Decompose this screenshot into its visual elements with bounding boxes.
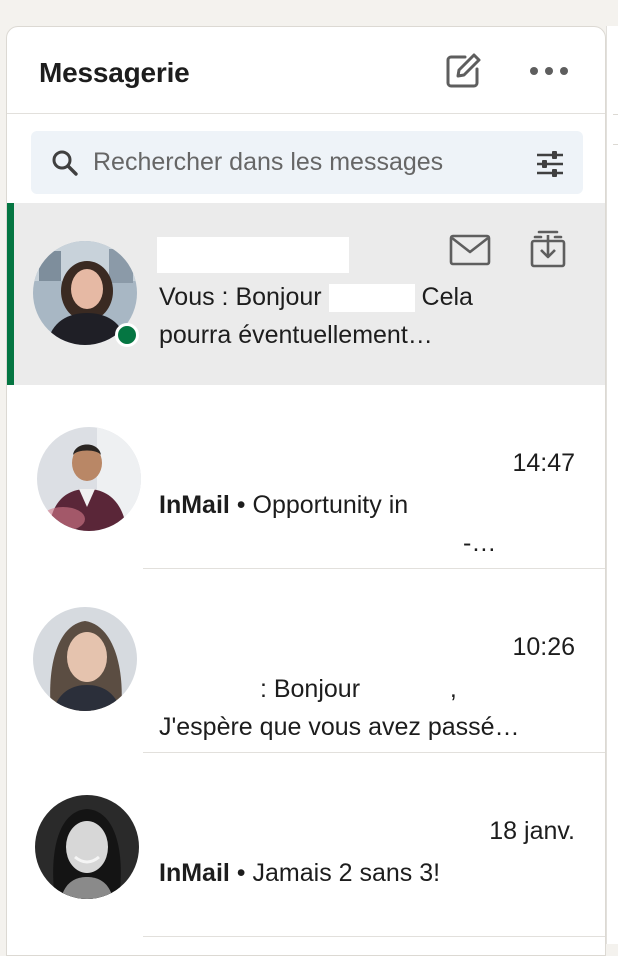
more-horizontal-icon bbox=[530, 67, 568, 75]
conversation-item[interactable]: 10:26 : Bonjour , J'espère que vous avez… bbox=[7, 569, 605, 753]
conversation-timestamp: 10:26 bbox=[512, 633, 575, 661]
avatar bbox=[37, 427, 141, 531]
message-preview-line2: J'espère que vous avez passé… bbox=[159, 713, 520, 741]
redacted-name bbox=[159, 677, 253, 704]
inmail-label: InMail bbox=[159, 859, 230, 887]
conversation-item[interactable]: Vous : Bonjour Cela pourra éventuellemen… bbox=[7, 203, 605, 385]
search-icon bbox=[52, 150, 78, 176]
conversation-timestamp: 14:47 bbox=[512, 449, 575, 477]
preview-text: : Bonjour bbox=[259, 675, 361, 703]
adjacent-pane-edge bbox=[606, 26, 618, 944]
avatar bbox=[33, 607, 137, 711]
messaging-panel: Messagerie Rechercher dans les messages … bbox=[6, 26, 606, 956]
message-preview: Vous : Bonjour Cela bbox=[159, 283, 473, 313]
conversation-timestamp: 18 janv. bbox=[489, 817, 575, 845]
preview-text: Opportunity in bbox=[252, 491, 409, 519]
message-preview: InMail • Opportunity in bbox=[159, 491, 408, 520]
preview-text: , bbox=[449, 675, 457, 703]
conversation-item[interactable]: 14:47 InMail • Opportunity in -… bbox=[7, 385, 605, 569]
separator: • bbox=[236, 859, 246, 887]
mail-icon[interactable] bbox=[449, 233, 491, 267]
compose-button[interactable] bbox=[443, 51, 483, 91]
message-preview: InMail • Jamais 2 sans 3! bbox=[159, 859, 440, 888]
page-title: Messagerie bbox=[39, 57, 190, 88]
active-indicator bbox=[7, 203, 14, 385]
avatar bbox=[35, 795, 139, 899]
preview-text: Vous : Bonjour bbox=[159, 283, 322, 311]
redacted-text bbox=[328, 284, 415, 313]
search-input[interactable] bbox=[93, 141, 513, 183]
archive-icon[interactable] bbox=[529, 229, 567, 269]
online-status-indicator bbox=[115, 323, 139, 347]
divider bbox=[613, 114, 618, 115]
messaging-header: Messagerie bbox=[7, 27, 605, 114]
compose-icon bbox=[446, 53, 481, 88]
filter-sliders-icon[interactable] bbox=[535, 149, 565, 179]
message-preview: : Bonjour , bbox=[159, 675, 457, 704]
redacted-name bbox=[157, 237, 349, 273]
separator: • bbox=[236, 491, 246, 519]
search-bar bbox=[31, 131, 583, 194]
redacted-text bbox=[366, 677, 443, 704]
divider bbox=[143, 936, 605, 937]
message-preview-line2: pourra éventuellement… bbox=[159, 321, 433, 349]
divider bbox=[613, 144, 618, 145]
conversation-item[interactable]: 18 janv. InMail • Jamais 2 sans 3! bbox=[7, 753, 605, 937]
message-preview-line2: -… bbox=[463, 529, 497, 557]
preview-text: Cela bbox=[421, 283, 473, 311]
inmail-label: InMail bbox=[159, 491, 230, 519]
more-options-button[interactable] bbox=[527, 55, 571, 87]
preview-text: Jamais 2 sans 3! bbox=[252, 859, 441, 887]
